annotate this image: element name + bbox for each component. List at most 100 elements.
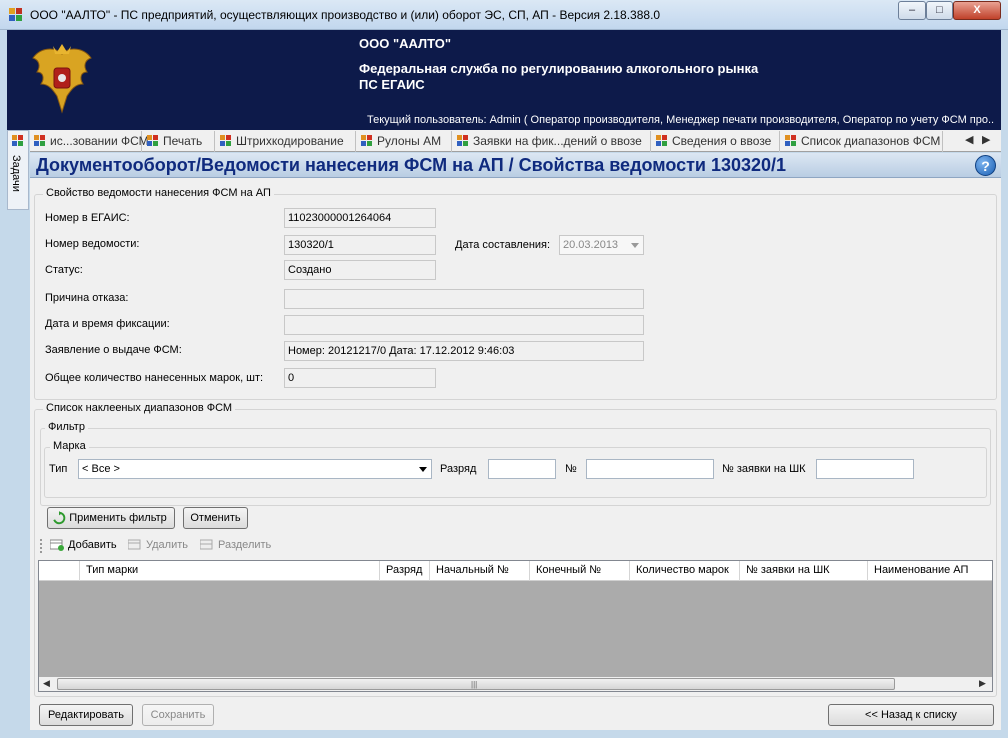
current-user: Текущий пользователь: Admin ( Оператор п…	[367, 114, 995, 126]
filter-group-title: Фильтр	[45, 421, 88, 433]
date-created-picker: 20.03.2013	[559, 235, 644, 255]
tab-scroll-right-icon[interactable]: ▶	[982, 133, 990, 146]
column-header[interactable]: № заявки на ШК	[739, 561, 867, 581]
ranges-toolbar: Добавить Удалить Разделить	[38, 535, 993, 559]
tab-label: Печать	[163, 134, 203, 148]
tab-icon	[361, 135, 372, 146]
tab-fsm-ranges[interactable]: Список диапазонов ФСМ	[781, 131, 943, 152]
apply-filter-label: Применить фильтр	[69, 512, 167, 524]
ranges-group-title: Список наклееных диапазонов ФСМ	[43, 402, 236, 414]
edit-button[interactable]: Редактировать	[39, 704, 133, 726]
tab-strip: ис...зовании ФСМ Печать Штрихкодирование…	[30, 130, 1001, 152]
type-label: Тип	[49, 463, 68, 475]
delete-row-icon	[128, 539, 141, 550]
scrollbar-thumb[interactable]: |||	[57, 678, 895, 690]
apply-filter-button[interactable]: Применить фильтр	[47, 507, 175, 529]
tab-icon	[220, 135, 231, 146]
minimize-button[interactable]: –	[898, 1, 926, 20]
window-title: ООО "ААЛТО" - ПС предприятий, осуществля…	[30, 8, 661, 22]
tab-label: Список диапазонов ФСМ	[801, 134, 941, 148]
statement-number-label: Номер ведомости:	[45, 238, 140, 250]
column-header[interactable]: Конечный №	[529, 561, 629, 581]
tab-import-requests[interactable]: Заявки на фик...дений о ввозе	[453, 131, 651, 152]
number-input[interactable]	[586, 459, 714, 479]
add-label: Добавить	[68, 539, 117, 551]
rank-label: Разряд	[440, 463, 477, 475]
tab-icon	[785, 135, 796, 146]
split-button[interactable]: Разделить	[200, 539, 271, 551]
ranges-grid[interactable]: Тип марки Разряд Начальный № Конечный № …	[38, 560, 993, 692]
date-created-value: 20.03.2013	[563, 239, 619, 251]
close-button[interactable]: X	[953, 1, 1001, 20]
status-label: Статус:	[45, 264, 83, 276]
row-selector-header	[39, 561, 79, 581]
tasks-label: Задачи	[10, 155, 22, 192]
chevron-down-icon	[419, 467, 427, 472]
tab-label: Заявки на фик...дений о ввозе	[473, 134, 642, 148]
agency-line1: Федеральная служба по регулированию алко…	[359, 61, 759, 76]
maximize-button[interactable]: □	[926, 1, 953, 20]
fix-datetime-field	[284, 315, 644, 335]
add-row-icon	[50, 539, 64, 551]
request-number-input[interactable]	[816, 459, 914, 479]
fsm-request-field: Номер: 20121217/0 Дата: 17.12.2012 9:46:…	[284, 341, 644, 361]
column-header[interactable]: Наименование АП	[867, 561, 992, 581]
total-marks-field: 0	[284, 368, 436, 388]
refresh-icon	[53, 511, 66, 525]
agency-line2: ПС ЕГАИС	[359, 77, 425, 92]
scroll-left-icon[interactable]: ◀	[43, 678, 50, 689]
column-header[interactable]: Количество марок	[629, 561, 739, 581]
number-label: №	[565, 463, 577, 475]
split-label: Разделить	[218, 539, 272, 551]
reject-reason-label: Причина отказа:	[45, 292, 129, 304]
rank-input[interactable]	[488, 459, 556, 479]
toolbar-grip	[40, 539, 42, 553]
tab-fsm-usage[interactable]: ис...зовании ФСМ	[30, 131, 149, 152]
tab-label: ис...зовании ФСМ	[50, 134, 149, 148]
column-header[interactable]: Разряд	[379, 561, 429, 581]
tab-icon	[656, 135, 667, 146]
type-select[interactable]: < Все >	[78, 459, 432, 479]
tab-scroll-left-icon[interactable]: ◀	[965, 133, 973, 146]
fsm-request-label: Заявление о выдаче ФСМ:	[45, 344, 182, 356]
egais-number-label: Номер в ЕГАИС:	[45, 212, 130, 224]
grip-icon: |||	[471, 680, 478, 689]
add-button[interactable]: Добавить	[50, 539, 117, 551]
tab-label: Сведения о ввозе	[672, 134, 772, 148]
chevron-down-icon	[631, 243, 639, 248]
header-banner: ООО "ААЛТО" Федеральная служба по регули…	[7, 30, 1001, 130]
tab-barcoding[interactable]: Штрихкодирование	[216, 131, 356, 152]
date-created-label: Дата составления:	[455, 239, 551, 251]
page-header: Документооборот/Ведомости нанесения ФСМ …	[30, 153, 1001, 178]
tab-rolls[interactable]: Рулоны АМ	[357, 131, 452, 152]
app-icon	[9, 8, 23, 22]
tab-print[interactable]: Печать	[143, 131, 215, 152]
column-header[interactable]: Начальный №	[429, 561, 529, 581]
help-icon[interactable]: ?	[975, 155, 996, 176]
org-name: ООО "ААЛТО"	[359, 36, 452, 51]
split-icon	[200, 539, 213, 550]
tab-label: Рулоны АМ	[377, 134, 442, 148]
cancel-filter-button[interactable]: Отменить	[183, 507, 248, 529]
tab-icon	[147, 135, 158, 146]
mark-group-title: Марка	[50, 440, 89, 452]
status-field: Создано	[284, 260, 436, 280]
grid-header: Тип марки Разряд Начальный № Конечный № …	[39, 561, 992, 581]
horizontal-scrollbar[interactable]: ◀ ||| ▶	[39, 677, 992, 691]
reject-reason-field	[284, 289, 644, 309]
tab-icon	[457, 135, 468, 146]
tab-icon	[34, 135, 45, 146]
tasks-side-tab[interactable]: Задачи	[7, 130, 29, 210]
scroll-right-icon[interactable]: ▶	[979, 678, 986, 689]
delete-button[interactable]: Удалить	[128, 539, 188, 551]
tab-label: Штрихкодирование	[236, 134, 344, 148]
column-header[interactable]: Тип марки	[79, 561, 379, 581]
main-content: Свойство ведомости нанесения ФСМ на АП Н…	[30, 178, 1001, 730]
agency-name: Федеральная служба по регулированию алко…	[359, 61, 859, 93]
tab-import-info[interactable]: Сведения о ввозе	[652, 131, 780, 152]
window-titlebar[interactable]: ООО "ААЛТО" - ПС предприятий, осуществля…	[0, 0, 1008, 30]
back-to-list-button[interactable]: << Назад к списку	[828, 704, 994, 726]
save-button[interactable]: Сохранить	[142, 704, 214, 726]
statement-number-field: 130320/1	[284, 235, 436, 255]
fix-datetime-label: Дата и время фиксации:	[45, 318, 170, 330]
